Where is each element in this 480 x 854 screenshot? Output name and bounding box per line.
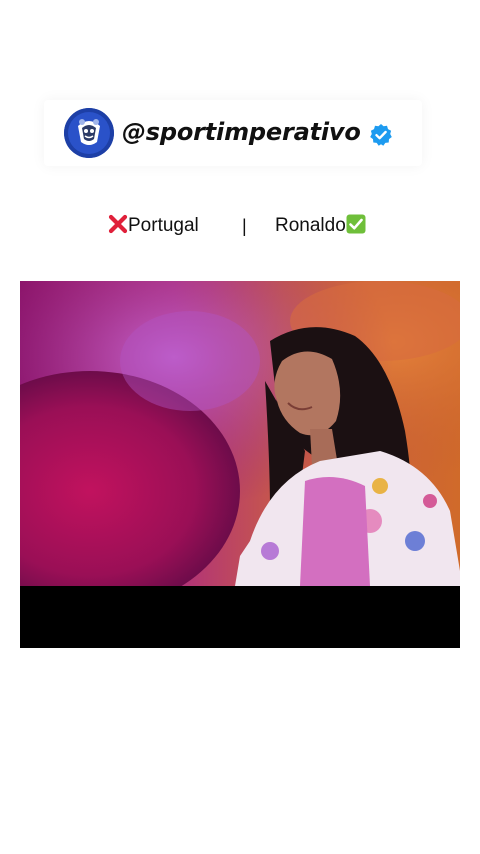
cross-mark-icon <box>108 214 128 234</box>
caption-separator: | <box>242 216 247 236</box>
caption-right: Ronaldo <box>275 210 366 242</box>
caption-left: Portugal <box>108 210 199 242</box>
check-mark-icon <box>346 214 366 234</box>
username[interactable]: @sportimperativo <box>122 114 361 150</box>
avatar[interactable] <box>64 108 114 158</box>
video-player[interactable] <box>20 281 460 648</box>
video-frame <box>20 281 460 586</box>
caption-right-text: Ronaldo <box>275 215 346 236</box>
post-screen: @sportimperativo Portugal | Ronaldo <box>0 0 480 854</box>
verified-badge-icon <box>370 124 392 146</box>
caption-left-text: Portugal <box>128 215 199 236</box>
avatar-logo-icon <box>64 108 114 158</box>
